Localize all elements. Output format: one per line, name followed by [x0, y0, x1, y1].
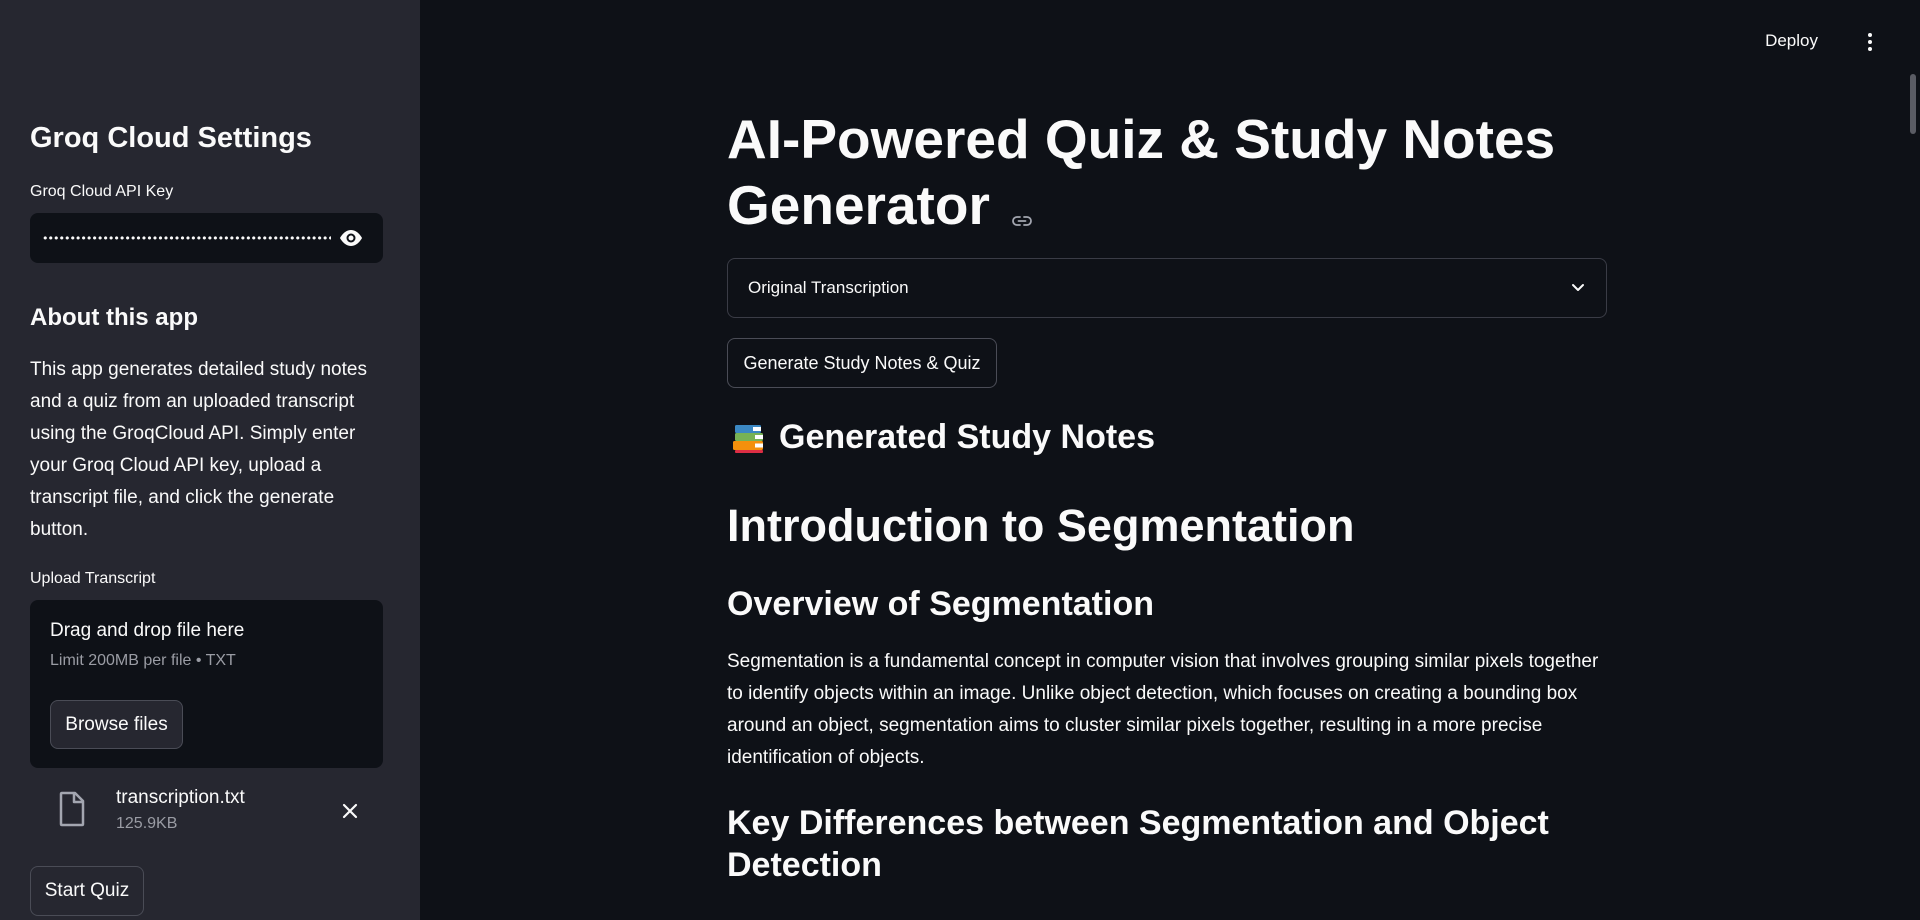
subsection-heading-differences: Key Differences between Segmentation and… — [727, 804, 1549, 884]
subsection-heading-overview: Overview of Segmentation — [727, 585, 1154, 623]
about-title: About this app — [30, 304, 198, 331]
start-quiz-button[interactable]: Start Quiz — [30, 866, 144, 916]
generate-button[interactable]: Generate Study Notes & Quiz — [727, 338, 997, 388]
books-icon — [733, 424, 763, 453]
api-key-value[interactable]: ••••••••••••••••••••••••••••••••••••••••… — [42, 232, 331, 245]
expander-label: Original Transcription — [748, 278, 909, 297]
dropzone-limit: Limit 200MB per file • TXT — [50, 652, 236, 669]
upload-label: Upload Transcript — [30, 570, 156, 587]
file-dropzone[interactable]: Drag and drop file here Limit 200MB per … — [30, 600, 383, 768]
link-icon[interactable] — [1011, 176, 1033, 242]
transcription-expander[interactable]: Original Transcription — [727, 258, 1607, 318]
eye-icon[interactable] — [331, 218, 371, 258]
browse-files-button[interactable]: Browse files — [50, 700, 183, 749]
close-icon[interactable] — [336, 797, 364, 825]
file-size: 125.9KB — [116, 815, 178, 832]
settings-title: Groq Cloud Settings — [30, 122, 312, 154]
overview-paragraph: Segmentation is a fundamental concept in… — [727, 651, 1599, 768]
dropzone-text: Drag and drop file here — [50, 620, 245, 641]
main-area: Deploy AI-Powered Quiz & Study Notes Gen… — [420, 0, 1920, 920]
api-key-input[interactable]: ••••••••••••••••••••••••••••••••••••••••… — [30, 213, 383, 263]
file-name: transcription.txt — [116, 787, 245, 808]
uploaded-file: transcription.txt 125.9KB — [30, 783, 383, 839]
page-title: AI-Powered Quiz & Study Notes Generator — [727, 106, 1607, 242]
deploy-button[interactable]: Deploy — [1765, 31, 1818, 51]
scrollbar[interactable] — [1910, 74, 1916, 134]
more-menu-icon[interactable] — [1862, 30, 1878, 54]
sidebar: Groq Cloud Settings Groq Cloud API Key •… — [0, 0, 420, 920]
section-heading: Introduction to Segmentation — [727, 500, 1355, 551]
file-icon — [58, 791, 86, 832]
page-title-text: AI-Powered Quiz & Study Notes Generator — [727, 108, 1556, 236]
chevron-down-icon — [1572, 284, 1584, 291]
about-text: This app generates detailed study notes … — [30, 359, 367, 540]
notes-heading-text: Generated Study Notes — [779, 418, 1155, 456]
api-key-label: Groq Cloud API Key — [30, 183, 174, 200]
notes-heading: Generated Study Notes — [731, 418, 1155, 457]
